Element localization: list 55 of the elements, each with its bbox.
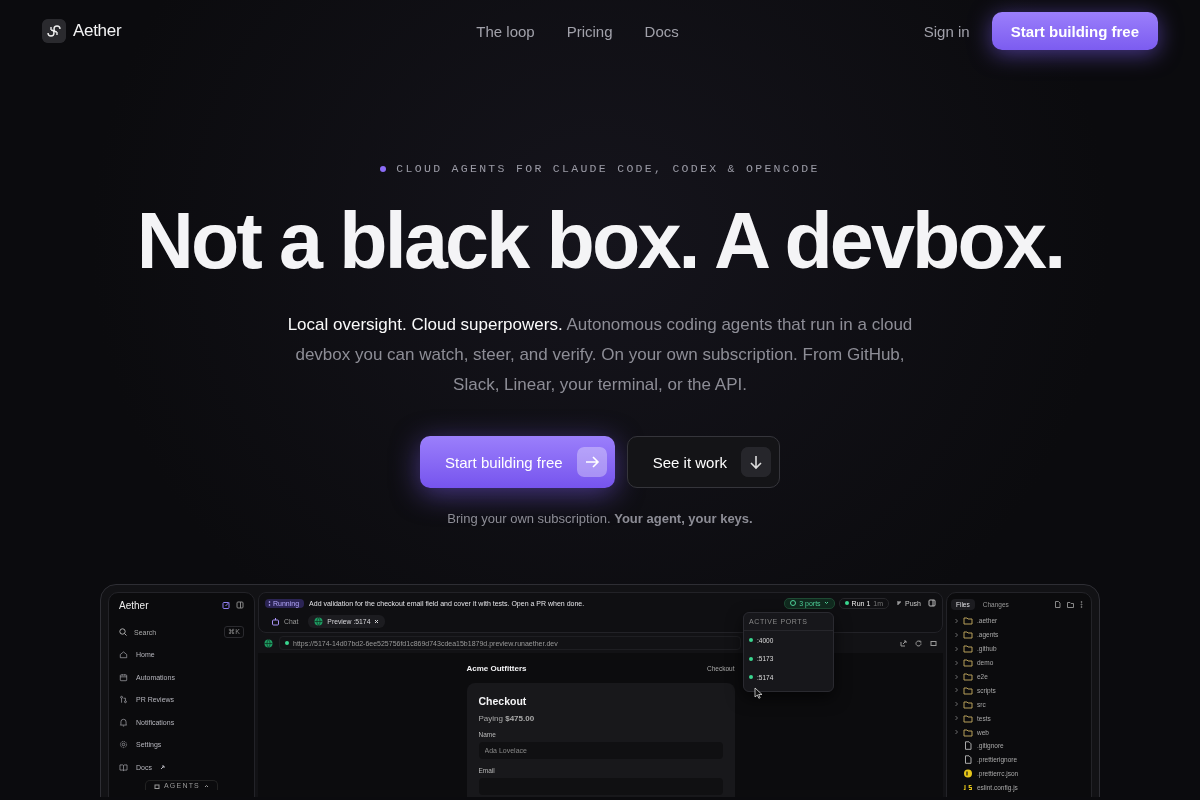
caret-down-icon <box>823 601 829 605</box>
status-dot-icon <box>749 675 753 680</box>
more-icon <box>1080 601 1083 608</box>
amount-text: Paying $475.00 <box>478 714 536 723</box>
cta-button[interactable]: Start building free <box>991 12 1158 50</box>
hero-description: Local oversight. Cloud superpowers. Autonomous coding agents that run in a cloud devbox you can watch, steer, and verify. On your own subscription. From GitHub, Slack, Linear, your terminal, or the API. <box>286 314 914 396</box>
home-icon <box>119 650 128 659</box>
json-file-icon <box>963 769 973 779</box>
sidebar-toggle-icon <box>236 601 244 609</box>
eyebrow-dot-icon <box>380 165 387 172</box>
edit-icon <box>222 601 230 609</box>
globe-icon <box>264 638 273 648</box>
nav-link[interactable]: The loop <box>476 22 535 40</box>
card-title: Checkout <box>478 695 528 707</box>
status-dot-icon <box>844 601 849 605</box>
subscription-note: Bring your own subscription. Your agent, your keys. <box>447 511 753 526</box>
eyebrow-text: CLOUD AGENTS FOR CLAUDE CODE, CODEX & OPENCODE <box>396 162 820 175</box>
nav-link[interactable]: Pricing <box>566 22 613 40</box>
new-file-icon <box>1054 601 1061 608</box>
chevron-icon[interactable] <box>954 715 959 722</box>
settings-icon <box>119 740 128 749</box>
headline: Not a black box. A devbox. <box>136 201 1064 280</box>
status-dot-icon <box>749 656 753 661</box>
refresh-icon <box>915 639 922 647</box>
store-name: Acme Outfitters <box>466 664 527 673</box>
chevron-icon[interactable] <box>954 701 959 708</box>
external-link-icon <box>900 639 907 647</box>
sign-in-link[interactable]: Sign in <box>923 22 970 40</box>
nav-link[interactable]: Docs <box>644 22 679 40</box>
panel-icon <box>928 599 936 607</box>
calendar-icon <box>119 672 128 682</box>
chevron-icon[interactable] <box>954 687 959 694</box>
branch-icon <box>119 695 128 704</box>
search-icon <box>119 628 127 636</box>
js-file-icon <box>963 783 973 793</box>
arrow-right-icon <box>576 447 607 477</box>
see-it-work-button[interactable]: See it work <box>626 436 780 488</box>
chevron-icon[interactable] <box>954 729 959 736</box>
start-building-button[interactable]: Start building free <box>420 436 615 488</box>
status-dot-icon <box>285 641 289 645</box>
chevron-icon[interactable] <box>954 617 959 624</box>
chevron-icon[interactable] <box>954 645 959 652</box>
brand-name: Aether <box>73 21 122 41</box>
globe-icon <box>314 616 324 626</box>
chevron-icon[interactable] <box>954 673 959 680</box>
chevron-icon[interactable] <box>954 631 959 638</box>
chevron-icon[interactable] <box>954 659 959 666</box>
bell-icon <box>119 717 128 727</box>
dots-icon <box>268 599 271 607</box>
sidebar-brand: Aether <box>119 599 149 611</box>
new-folder-icon <box>1067 601 1074 608</box>
caret-up-icon <box>204 783 209 788</box>
globe-icon <box>790 600 797 606</box>
status-dot-icon <box>749 638 753 643</box>
book-icon <box>119 762 128 772</box>
